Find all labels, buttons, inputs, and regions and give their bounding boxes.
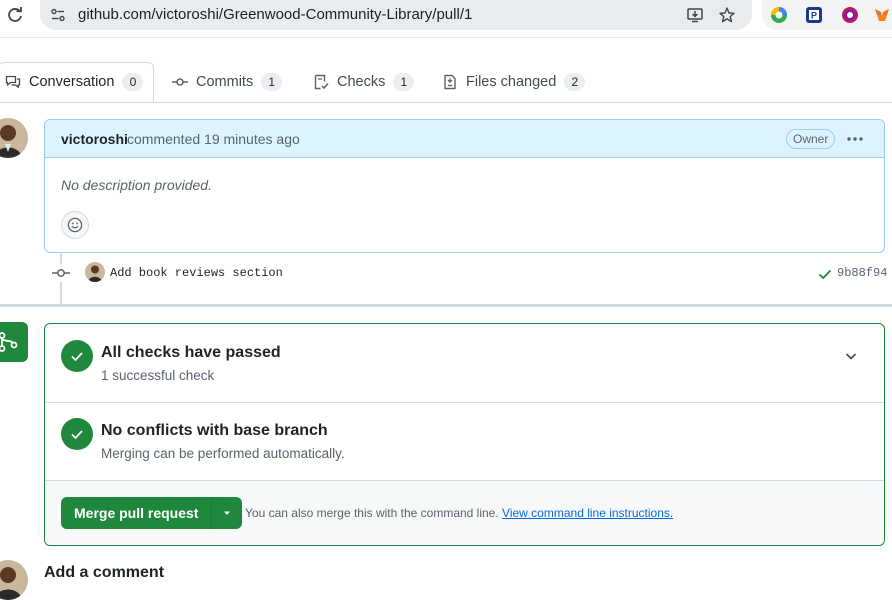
avatar[interactable] [0,560,28,600]
success-badge [61,340,93,372]
triangle-down-icon [224,511,231,515]
tab-label: Commits [196,74,254,90]
svg-text:P: P [811,11,817,21]
metamask-icon[interactable] [873,6,891,24]
avatar[interactable] [0,118,28,158]
timeline-divider [0,304,892,307]
git-pull-request-icon [0,332,18,352]
tab-conversation[interactable]: Conversation 0 [0,62,154,102]
merge-button-group: Merge pull request [61,497,243,529]
kebab-menu-icon[interactable] [845,129,865,149]
comment-body: No description provided. [61,177,212,193]
bookmark-star-icon[interactable] [718,6,736,24]
merge-footer: Merge pull request You can also merge th… [45,480,884,545]
git-commit-icon [172,78,188,86]
copilot-icon[interactable] [770,6,788,24]
git-commit-icon [52,264,70,282]
tab-counter: 0 [122,73,144,91]
reload-icon[interactable] [6,6,24,24]
check-icon [71,352,83,362]
conflicts-title: No conflicts with base branch [101,422,328,439]
merge-options-dropdown[interactable] [212,497,242,529]
merge-box: All checks have passed 1 successful chec… [44,323,885,546]
tab-checks[interactable]: Checks 1 [313,62,415,102]
url-text[interactable]: github.com/victoroshi/Greenwood-Communit… [78,6,472,23]
checks-subtitle: 1 successful check [101,368,215,383]
tab-counter: 2 [564,73,586,91]
extensions-area: P [762,0,892,30]
tab-commits[interactable]: Commits 1 [172,62,283,102]
add-reaction-button[interactable] [61,211,89,239]
site-settings-icon[interactable] [50,7,66,23]
commit-sha[interactable]: 9b88f94 [837,266,887,280]
install-app-icon[interactable] [686,6,704,24]
merge-hint-text: You can also merge this with the command… [245,506,499,520]
owner-badge: Owner [786,129,836,149]
checks-title: All checks have passed [101,344,281,361]
success-badge [61,418,93,450]
commit-message[interactable]: Add book reviews section [110,266,283,280]
colorful-extension-icon[interactable] [841,6,859,24]
comment-timestamp: commented 19 minutes ago [127,131,300,147]
smiley-icon [67,217,83,233]
tab-counter: 1 [261,73,283,91]
merge-pull-request-button[interactable]: Merge pull request [61,497,213,529]
tab-counter: 1 [393,73,415,91]
pushbullet-icon[interactable]: P [805,6,823,24]
tab-files-changed[interactable]: Files changed 2 [442,62,586,102]
comment-card: victoroshi commented 19 minutes ago Owne… [44,119,885,253]
comment-author[interactable]: victoroshi [61,131,128,147]
tab-label: Files changed [466,74,557,90]
add-comment-heading: Add a comment [44,564,165,581]
comment-header: victoroshi commented 19 minutes ago Owne… [45,120,884,158]
command-line-instructions-link[interactable]: View command line instructions. [502,506,673,520]
conflicts-section: No conflicts with base branch Merging ca… [45,403,884,480]
tabs-underline [0,102,892,103]
commit-author-avatar[interactable] [85,262,105,282]
toolbar-divider [0,37,892,38]
merge-hint: You can also merge this with the command… [245,506,673,520]
file-diff-icon [444,74,456,90]
tab-label: Checks [337,74,386,90]
check-icon [71,430,83,440]
checks-section[interactable]: All checks have passed 1 successful chec… [45,324,884,402]
conflicts-subtitle: Merging can be performed automatically. [101,446,345,461]
browser-toolbar: github.com/victoroshi/Greenwood-Communit… [0,0,892,38]
check-icon[interactable] [817,266,833,282]
tab-label: Conversation [29,74,115,90]
checklist-icon [314,74,329,90]
comment-discussion-icon [5,75,21,88]
chevron-down-icon[interactable] [843,348,859,364]
merge-status-tile [0,322,28,362]
address-bar[interactable]: github.com/victoroshi/Greenwood-Communit… [40,0,752,30]
